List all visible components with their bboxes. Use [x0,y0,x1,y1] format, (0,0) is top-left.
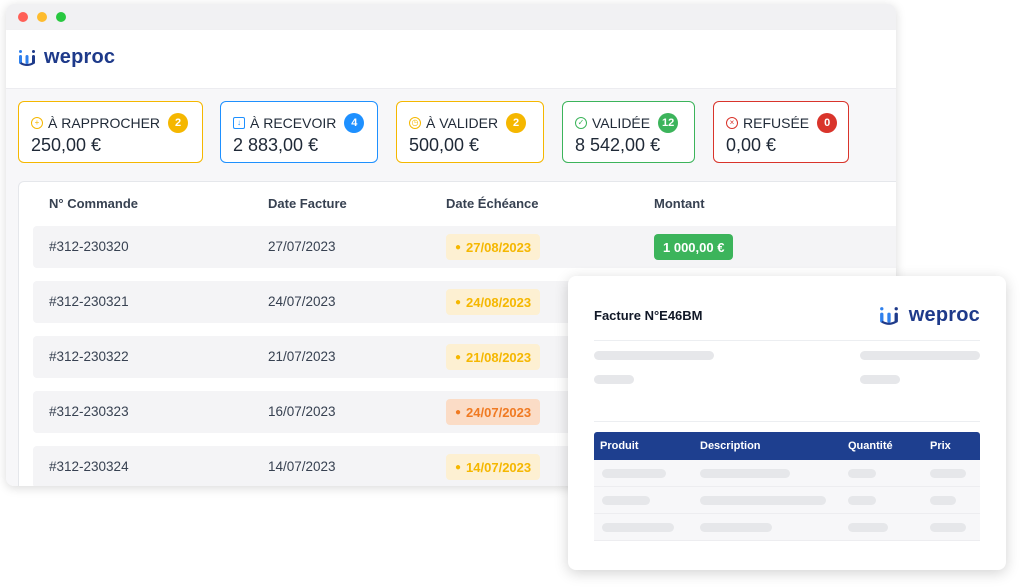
divider [594,340,980,341]
x-circle-icon: × [726,117,738,129]
placeholder-line [594,351,714,360]
invoice-table-header: Produit Description Quantité Prix [594,432,980,460]
due-date: 24/08/2023 [466,294,532,310]
invoice-date: 27/07/2023 [268,239,336,254]
due-date: 27/08/2023 [466,239,532,255]
placeholder-line [860,351,980,360]
invoice-table-row [594,487,980,514]
status-card-amount: 8 542,00 € [575,135,661,155]
invoice-weproc-logo: weproc [879,304,980,327]
due-date-pill: ● 14/07/2023 [446,454,541,480]
due-date-pill-overdue: ● 24/07/2023 [446,399,541,425]
status-card-label: REFUSÉE [743,115,810,131]
status-count-badge: 0 [817,113,838,133]
check-circle-icon: ✓ [575,117,587,129]
due-date: 24/07/2023 [466,404,532,420]
status-card-amount: 0,00 € [726,135,777,155]
column-header-invoice-date[interactable]: Date Facture [268,196,347,211]
logo-text: weproc [908,304,980,326]
order-number: #312-230324 [49,459,129,474]
maximize-window-button[interactable] [56,12,66,22]
column-header-amount[interactable]: Montant [654,196,705,211]
bullet-icon: ● [455,351,462,363]
close-window-button[interactable] [18,12,28,22]
inbox-icon: ↓ [233,117,245,129]
weproc-logo-icon [879,306,898,325]
placeholder-cell [602,523,674,532]
status-card-a-valider[interactable]: ◷ À VALIDER 2 500,00 € [396,101,544,163]
column-header-due-date[interactable]: Date Échéance [446,196,539,211]
status-card-label: À RECEVOIR [250,115,337,131]
due-date-pill: ● 24/08/2023 [446,289,541,315]
app-header: weproc [6,30,896,89]
status-card-label: À RAPPROCHER [48,115,161,131]
due-date: 14/07/2023 [466,459,532,475]
status-card-amount: 250,00 € [31,135,102,155]
placeholder-cell [930,496,956,505]
invoice-column-description: Description [700,440,761,452]
bullet-icon: ● [455,241,462,253]
amount-badge: 1 000,00 € [654,234,734,260]
invoice-date: 14/07/2023 [268,459,336,474]
invoice-date: 16/07/2023 [268,404,336,419]
status-count-badge: 2 [168,113,189,133]
invoice-preview-card[interactable]: Facture N°E46BM weproc Produit Descripti… [568,276,1006,570]
status-card-label: VALIDÉE [592,115,651,131]
placeholder-cell [930,523,966,532]
invoice-title: Facture N°E46BM [594,308,703,323]
weproc-logo[interactable]: weproc [18,46,115,69]
invoice-table-row [594,460,980,487]
status-card-validee[interactable]: ✓ VALIDÉE 12 8 542,00 € [562,101,695,163]
status-card-amount: 500,00 € [409,135,480,155]
placeholder-cell [700,496,826,505]
invoice-column-product: Produit [600,440,639,452]
status-count-badge: 2 [506,113,527,133]
status-card-amount: 2 883,00 € [233,135,319,155]
plus-circle-icon: + [31,117,43,129]
order-number: #312-230322 [49,349,129,364]
clock-icon: ◷ [409,117,421,129]
divider [594,421,980,422]
bullet-icon: ● [455,296,462,308]
minimize-window-button[interactable] [37,12,47,22]
placeholder-cell [848,523,888,532]
order-number: #312-230323 [49,404,129,419]
placeholder-cell [700,469,790,478]
invoice-column-quantity: Quantité [848,440,893,452]
invoice-date: 21/07/2023 [268,349,336,364]
status-card-refusee[interactable]: × REFUSÉE 0 0,00 € [713,101,849,163]
status-count-badge: 4 [344,113,365,133]
status-card-label: À VALIDER [426,115,499,131]
placeholder-cell [602,496,650,505]
placeholder-line [594,375,634,384]
placeholder-cell [700,523,772,532]
column-header-order[interactable]: N° Commande [49,196,138,211]
placeholder-cell [848,469,876,478]
bullet-icon: ● [455,406,462,418]
weproc-logo-icon [19,49,35,66]
placeholder-cell [602,469,666,478]
status-card-a-rapprocher[interactable]: + À RAPPROCHER 2 250,00 € [18,101,203,163]
placeholder-line [860,375,900,384]
due-date-pill: ● 21/08/2023 [446,344,541,370]
order-number: #312-230320 [49,239,129,254]
invoice-date: 24/07/2023 [268,294,336,309]
order-number: #312-230321 [49,294,129,309]
bullet-icon: ● [455,461,462,473]
due-date-pill: ● 27/08/2023 [446,234,541,260]
placeholder-cell [930,469,966,478]
placeholder-cell [848,496,876,505]
table-row[interactable]: #312-230320 27/07/2023 ● 27/08/2023 1 00… [33,226,896,268]
window-titlebar [6,4,896,30]
status-count-badge: 12 [658,113,679,133]
due-date: 21/08/2023 [466,349,532,365]
invoice-column-price: Prix [930,440,951,452]
logo-text: weproc [44,46,116,68]
status-card-a-recevoir[interactable]: ↓ À RECEVOIR 4 2 883,00 € [220,101,378,163]
invoice-table-row [594,514,980,541]
